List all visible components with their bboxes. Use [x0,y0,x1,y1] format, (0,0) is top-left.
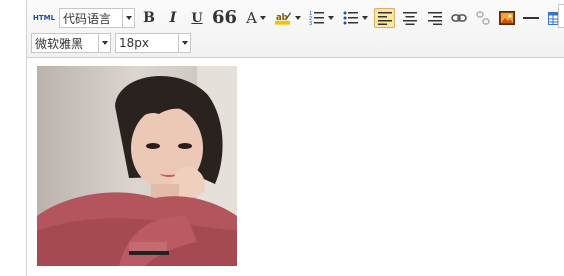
horizontal-rule-button[interactable] [521,8,541,28]
align-right-button[interactable] [424,8,445,28]
code-language-value: 代码语言 [63,11,112,26]
code-language-select[interactable]: 代码语言 [59,8,135,28]
chevron-down-icon [361,16,368,20]
font-size-value: 18px [119,36,149,50]
italic-label: I [169,10,177,26]
align-left-button[interactable] [374,8,396,28]
highlight-color-button[interactable]: ab [274,8,302,28]
font-color-button[interactable]: A [242,8,270,28]
insert-link-button[interactable] [449,8,469,28]
unlink-icon [476,11,490,25]
toolbar-overflow-edge [558,4,564,28]
bold-label: B [143,10,155,26]
svg-text:ab: ab [276,13,288,23]
align-center-button[interactable] [399,8,420,28]
highlighter-icon: ab [275,12,292,25]
rich-text-editor: HTML 代码语言 B I U 66 A ab 1 2 3 微软雅黑 18px [26,0,564,276]
underline-label: U [191,10,203,26]
align-right-icon [427,11,442,25]
font-family-select[interactable]: 微软雅黑 [31,33,111,53]
align-left-icon [377,11,392,25]
insert-image-button[interactable] [497,8,517,28]
unordered-list-button[interactable] [340,8,370,28]
chevron-down-icon [327,16,334,20]
blockquote-label: 66 [212,7,238,28]
html-source-label: HTML [32,14,56,22]
unordered-list-icon [343,11,358,25]
chevron-down-icon [259,16,266,20]
editor-toolbar: HTML 代码语言 B I U 66 A ab 1 2 3 微软雅黑 18px [27,0,564,58]
italic-button[interactable]: I [163,8,183,28]
font-color-label: A [246,9,257,27]
ordered-list-button[interactable]: 1 2 3 [306,8,336,28]
portrait-photo[interactable] [37,66,237,266]
html-source-button[interactable]: HTML [33,8,55,28]
toolbar-row-2: 微软雅黑 18px [27,32,195,54]
editor-content[interactable] [27,58,564,276]
chevron-down-icon [122,9,134,27]
svg-text:3: 3 [309,21,312,26]
ordered-list-icon: 1 2 3 [309,11,324,26]
chevron-down-icon [178,34,190,52]
image-icon [499,11,516,25]
bold-button[interactable]: B [139,8,159,28]
font-size-select[interactable]: 18px [115,33,191,53]
toolbar-row-1: HTML 代码语言 B I U 66 A ab 1 2 3 [27,7,564,29]
horizontal-rule-icon [523,17,540,19]
font-family-value: 微软雅黑 [35,36,84,51]
underline-button[interactable]: U [187,8,207,28]
chevron-down-icon [98,34,110,52]
blockquote-button[interactable]: 66 [211,7,238,28]
portrait-photo-graphic [37,66,237,266]
link-icon [451,14,467,22]
align-center-icon [402,11,417,25]
chevron-down-icon [295,16,302,20]
unlink-button[interactable] [473,8,493,28]
